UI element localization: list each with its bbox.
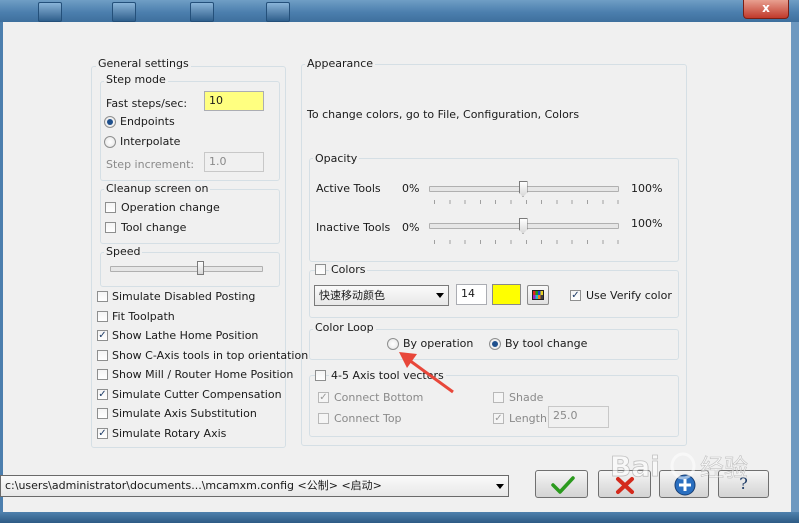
cleanup-title: Cleanup screen on [104,182,211,195]
active-max-label: 100% [631,182,663,195]
option-label: Simulate Disabled Posting [112,290,256,303]
active-tools-label: Active Tools [316,182,381,195]
length-label: Length [509,412,547,425]
colors-title: Colors [329,263,368,276]
speed-title: Speed [104,245,143,258]
speed-slider-track [110,266,263,272]
opacity-group [309,158,679,262]
annotation-arrow [399,352,454,394]
color-palette-icon [532,290,544,300]
use-verify-color-label: Use Verify color [586,289,672,302]
tool-change-label: Tool change [121,221,187,234]
appearance-note: To change colors, go to File, Configurat… [307,108,580,121]
checkmark-icon [551,476,575,494]
fast-steps-label: Fast steps/sec: [106,97,188,110]
length-input[interactable]: 25.0 [548,406,609,428]
option-label: Show Mill / Router Home Position [112,368,294,381]
ok-button[interactable] [535,470,588,498]
appearance-title: Appearance [305,57,376,70]
tool-change-checkbox[interactable] [105,222,116,233]
svg-text:Bai: Bai [610,450,660,483]
endpoints-radio[interactable] [104,116,116,128]
annotation-arrow-shaft [408,358,454,394]
window-frame-right [791,22,799,512]
operation-change-checkbox[interactable] [105,202,116,213]
taskbar-app-icon [190,2,214,22]
config-file-path: c:\users\administrator\documents...\mcam… [5,479,382,492]
shade-checkbox[interactable] [493,392,504,403]
color-type-dropdown[interactable]: 快速移动颜色 [314,285,449,306]
option-checkbox[interactable] [97,408,108,419]
color-number-input[interactable]: 14 [456,284,487,305]
option-checkbox[interactable] [97,369,108,380]
colors-checkbox[interactable] [315,264,326,275]
option-checkbox[interactable]: ✓ [97,427,108,439]
option-checkbox[interactable] [97,291,108,302]
option-checkbox[interactable] [97,310,108,322]
option-checkbox[interactable] [97,349,108,361]
inactive-tools-ticks [434,240,619,244]
operation-change-label: Operation change [121,201,220,214]
taskbar-app-icon [38,2,62,22]
title-bar: x [0,0,799,22]
color-loop-title: Color Loop [313,321,376,334]
step-increment-input[interactable]: 1.0 [204,152,264,172]
color-swatch[interactable] [492,284,521,305]
cleanup-group [100,189,280,244]
option-label: Fit Toolpath [112,309,175,323]
color-type-value: 快速移动颜色 [319,289,385,302]
use-verify-color-checkbox[interactable]: ✓ [570,290,581,301]
active-min-label: 0% [402,182,420,195]
by-tool-change-label: By tool change [505,337,588,350]
speed-slider-thumb[interactable] [197,261,204,275]
option-checkbox[interactable]: ✓ [97,388,108,400]
option-label: Simulate Axis Substitution [112,407,257,420]
option-label: Show C-Axis tools in top orientation [112,348,309,362]
taskbar-strip [0,512,799,523]
option-label: Simulate Cutter Compensation [112,387,282,401]
chevron-down-icon [496,484,504,489]
chevron-down-icon [436,293,444,298]
by-tool-change-radio[interactable] [489,338,501,350]
general-settings-title: General settings [96,57,191,70]
endpoints-label: Endpoints [120,115,175,128]
baidu-jingyan-watermark-logo: Bai 经验 [610,450,748,484]
connect-top-checkbox[interactable] [318,413,329,424]
option-label: Show Lathe Home Position [112,329,259,342]
option-label: Simulate Rotary Axis [112,426,227,440]
window-frame-left [0,22,3,512]
fast-steps-input[interactable]: 10 [204,91,264,111]
inactive-tools-label: Inactive Tools [316,221,391,234]
color-palette-button[interactable] [527,285,549,305]
interpolate-radio[interactable] [104,136,116,148]
config-file-dropdown[interactable]: c:\users\administrator\documents...\mcam… [0,475,509,497]
option-checkbox[interactable]: ✓ [97,330,108,341]
shade-label: Shade [509,391,544,404]
taskbar-app-icon [266,2,290,22]
length-checkbox[interactable]: ✓ [493,413,504,424]
svg-text:经验: 经验 [700,454,748,482]
active-tools-ticks [434,200,619,204]
connect-bottom-checkbox[interactable]: ✓ [318,392,329,403]
connect-top-label: Connect Top [334,412,402,425]
step-mode-title: Step mode [104,73,168,86]
interpolate-label: Interpolate [120,135,181,148]
step-increment-label: Step increment: [106,158,195,171]
inactive-min-label: 0% [402,221,420,234]
taskbar-app-icon [112,2,136,22]
axis45-group [309,375,679,437]
inactive-max-label: 100% [631,217,663,230]
axis45-checkbox[interactable] [315,370,326,381]
window-close-button[interactable]: x [743,0,789,19]
opacity-title: Opacity [313,152,360,165]
